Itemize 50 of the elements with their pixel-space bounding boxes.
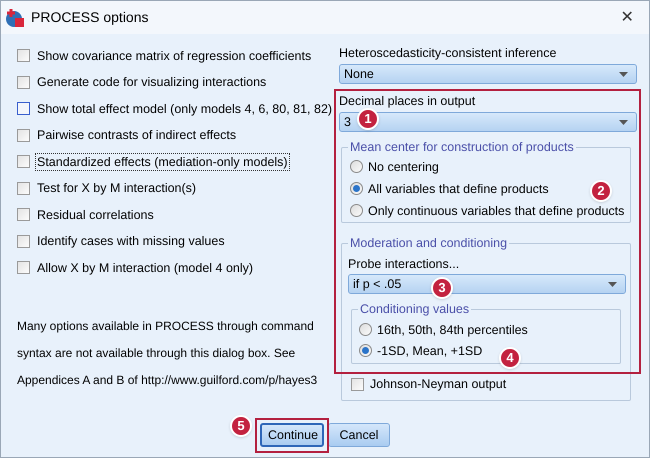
checkbox[interactable] <box>17 155 30 168</box>
checkbox-label[interactable]: Standardized effects (mediation-only models) <box>36 154 289 170</box>
radio-label[interactable]: Only continuous variables that define products <box>368 202 624 218</box>
close-button[interactable]: ✕ <box>609 4 645 32</box>
radio-button[interactable] <box>350 160 363 173</box>
number-badge: 5 <box>230 415 252 437</box>
radio-label[interactable]: 16th, 50th, 84th percentiles <box>377 322 528 338</box>
checkbox-label[interactable]: Generate code for visualizing interactions <box>36 74 268 90</box>
caret-icon <box>619 72 628 76</box>
info-paragraph: Many options available in PROCESS through command syntax are not available through this dialog box. See Appendices A and B of http://www.guilford.com/p/hayes3 <box>17 318 318 388</box>
checkbox[interactable] <box>17 208 30 222</box>
checkbox[interactable] <box>17 261 30 274</box>
group-title: Conditioning values <box>358 301 472 317</box>
checkbox-label[interactable]: Test for X by M interaction(s) <box>36 180 198 196</box>
caret-icon <box>608 282 617 286</box>
radio-label[interactable]: No centering <box>368 158 439 174</box>
number-badge: 2 <box>590 180 612 202</box>
number-badge: 1 <box>357 108 379 130</box>
checkbox-label[interactable]: Allow X by M interaction (model 4 only) <box>36 260 254 276</box>
radio-button[interactable] <box>350 182 363 195</box>
field-label: Probe interactions... <box>348 256 460 272</box>
window-title: PROCESS options <box>31 8 148 27</box>
field-label: Heteroscedasticity-consistent inference <box>339 45 556 61</box>
radio-button[interactable] <box>359 344 372 357</box>
radio-button[interactable] <box>350 204 363 217</box>
checkbox-label[interactable]: Identify cases with missing values <box>36 233 226 250</box>
checkbox[interactable] <box>17 102 30 116</box>
app-icon <box>5 8 25 28</box>
dropdown[interactable]: None <box>339 64 637 84</box>
checkbox[interactable] <box>17 182 30 195</box>
caret-icon <box>619 120 628 124</box>
checkbox[interactable] <box>17 49 30 62</box>
checkbox-label[interactable]: Show total effect model (only models 4, 6, 80, 81, 82) <box>36 100 334 117</box>
radio-label[interactable]: -1SD, Mean, +1SD <box>377 342 482 358</box>
checkbox-label[interactable]: Johnson-Neyman output <box>370 376 506 392</box>
checkbox-label[interactable]: Residual correlations <box>36 206 155 223</box>
radio-label[interactable]: All variables that define products <box>368 180 549 196</box>
group-title: Mean center for construction of products <box>348 139 576 155</box>
field-label: Decimal places in output <box>339 93 476 109</box>
checkbox-label[interactable]: Pairwise contrasts of indirect effects <box>36 127 238 144</box>
checkbox-label[interactable]: Show covariance matrix of regression coefficients <box>36 48 312 64</box>
checkbox[interactable] <box>17 234 30 248</box>
group-title: Moderation and conditioning <box>348 235 510 251</box>
checkbox[interactable] <box>17 76 30 89</box>
dialog-button[interactable]: Cancel <box>328 423 390 447</box>
radio-button[interactable] <box>359 323 372 336</box>
number-badge: 4 <box>499 347 521 369</box>
checkbox[interactable] <box>351 378 364 390</box>
checkbox[interactable] <box>17 128 30 142</box>
dialog-button[interactable]: Continue <box>260 423 324 447</box>
